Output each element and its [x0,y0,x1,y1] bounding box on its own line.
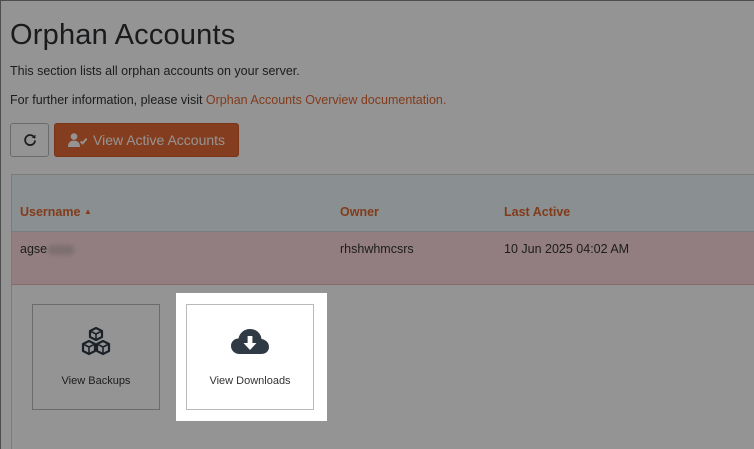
toolbar: View Active Accounts [10,123,754,157]
page-info: For further information, please visit Or… [10,92,754,108]
documentation-link[interactable]: Orphan Accounts Overview documentation. [206,93,446,107]
orphan-accounts-page: Orphan Accounts This section lists all o… [0,0,754,449]
cell-username: agse [20,242,75,256]
column-header-last-active[interactable]: Last Active [504,205,570,219]
table-header: Username ▲ Owner Last Active [12,175,754,232]
view-active-accounts-label: View Active Accounts [93,132,226,148]
orphan-accounts-table: Username ▲ Owner Last Active agse rhshwh… [11,174,754,449]
page-content: Orphan Accounts This section lists all o… [1,1,754,157]
column-username-label: Username [20,205,81,219]
page-description: This section lists all orphan accounts o… [10,64,300,78]
view-backups-button[interactable]: View Backups [32,304,160,410]
cell-owner: rhshwhmcsrs [340,242,414,256]
page-title: Orphan Accounts [10,19,236,51]
refresh-icon [23,134,36,146]
sort-ascending-icon: ▲ [83,207,92,216]
refresh-button[interactable] [10,123,49,157]
view-downloads-button[interactable]: View Downloads [186,304,314,410]
column-header-username[interactable]: Username ▲ [20,205,92,219]
column-header-owner[interactable]: Owner [340,205,379,219]
view-downloads-label: View Downloads [209,375,291,387]
user-check-icon [68,133,88,147]
username-value: agse [20,242,48,256]
boxes-icon [81,326,111,356]
view-active-accounts-button[interactable]: View Active Accounts [54,123,240,157]
cell-last-active: 10 Jun 2025 04:02 AM [504,242,630,256]
info-prefix: For further information, please visit [10,93,206,107]
view-backups-label: View Backups [61,375,131,387]
table-row[interactable]: agse rhshwhmcsrs 10 Jun 2025 04:02 AM [12,232,754,285]
cloud-download-icon [231,329,269,354]
redacted-text [48,244,75,255]
